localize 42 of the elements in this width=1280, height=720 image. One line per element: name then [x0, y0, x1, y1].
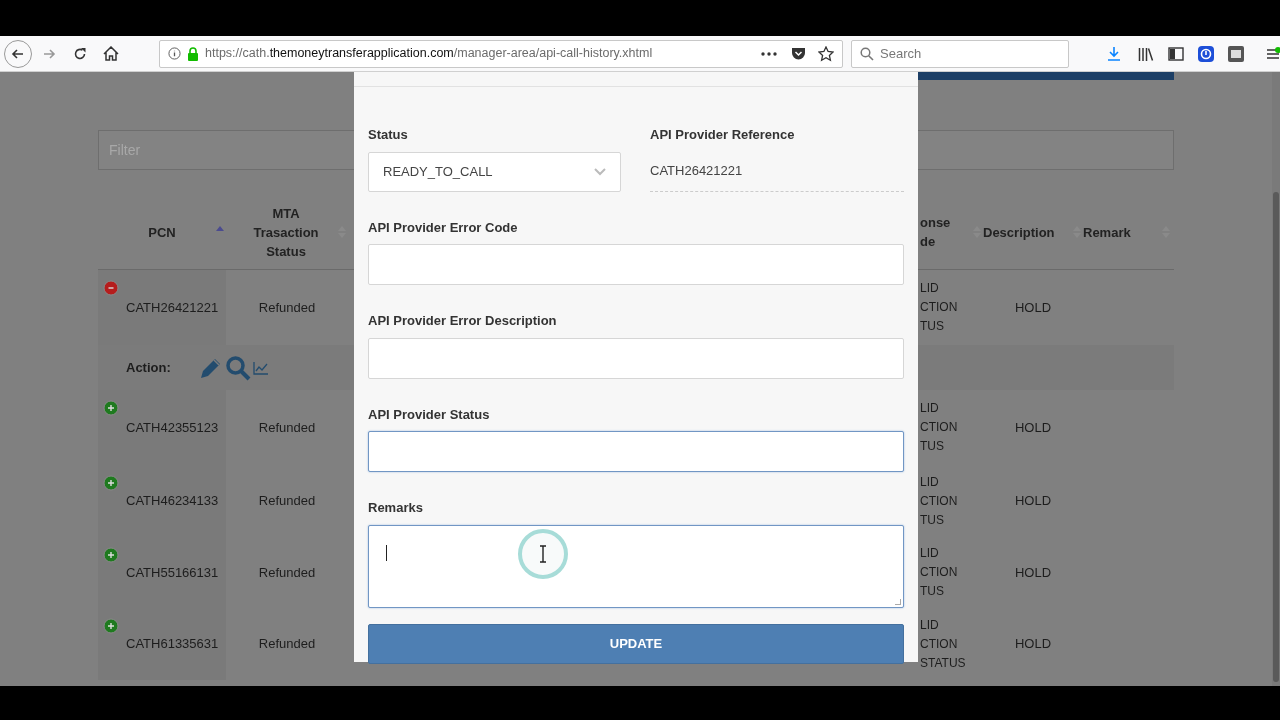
table-cell-text: LID	[920, 473, 940, 491]
action-label: Action:	[126, 358, 171, 377]
table-cell-text: TUS	[920, 511, 945, 529]
table-cell-text: Refunded	[258, 418, 316, 437]
table-cell-text: LID	[920, 616, 940, 634]
field-label: API Provider Error Description	[368, 312, 558, 330]
search-placeholder: Search	[880, 44, 922, 63]
table-cell-text: HOLD	[1014, 492, 1052, 511]
table-cell-text: LID	[920, 280, 940, 297]
table-cell-text: HOLD	[1014, 418, 1052, 437]
table-cell-text: CTION	[920, 419, 959, 436]
table-cell-text: TUS	[920, 438, 945, 455]
url-text: /manager-area/api-call-history.xhtml	[453, 46, 653, 61]
url-text: https://cath.	[205, 46, 270, 61]
table-cell-text: Refunded	[258, 492, 316, 511]
table-cell-text: LID	[920, 400, 940, 417]
table-cell-text: CTION	[920, 492, 959, 510]
table-cell-text: CATH55166131	[126, 563, 219, 582]
table-cell-text: CATH26421221	[126, 298, 219, 317]
table-cell-text: CATH42355123	[126, 418, 219, 437]
table-cell-text: TUS	[920, 318, 945, 335]
table-cell-text: Refunded	[258, 298, 316, 317]
table-cell-text: LID	[920, 545, 940, 562]
table-cell-text: CTION	[920, 564, 959, 581]
table-cell-text: HOLD	[1014, 635, 1052, 654]
table-cell-text: STATUS	[920, 654, 967, 672]
reference-field: CATH26421221	[650, 151, 904, 192]
table-cell-text: CTION	[920, 635, 959, 653]
url-text: themoneytransferapplication.com	[269, 46, 454, 61]
field-label: API Provider Error Code	[368, 218, 519, 237]
table-cell-text: CATH61335631	[126, 635, 219, 654]
table-cell-text: Refunded	[258, 563, 316, 582]
table-cell-text: Refunded	[258, 635, 316, 654]
field-label: API Provider Status	[368, 405, 491, 424]
field-label: Status	[368, 126, 409, 144]
table-cell-text: HOLD	[1014, 563, 1052, 582]
table-cell-text: CATH46234133	[126, 492, 219, 511]
field-label: Remarks	[368, 499, 424, 517]
table-cell-text: TUS	[920, 583, 945, 600]
field-label: API Provider Reference	[650, 126, 796, 144]
table-cell-text: HOLD	[1014, 298, 1052, 317]
table-cell-text: CTION	[920, 299, 959, 316]
